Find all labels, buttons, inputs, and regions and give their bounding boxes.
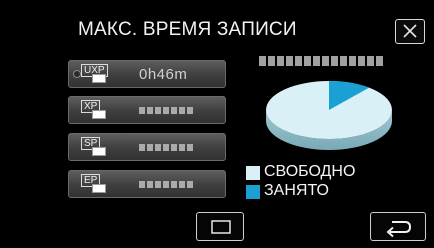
close-button[interactable] [395, 19, 425, 44]
legend-used-swatch [246, 185, 260, 199]
uxp-mode-icon: UXP [81, 64, 108, 85]
sp-mode-icon: SP [81, 137, 107, 158]
record-time-screen: МАКС. ВРЕМЯ ЗАПИСИ UXP 0h46m XP SP EP СВ… [0, 0, 434, 248]
mode-row-xp[interactable]: XP [68, 96, 226, 124]
frame-button[interactable] [196, 212, 244, 241]
xp-mode-icon: XP [81, 100, 107, 121]
mode-row-uxp[interactable]: UXP 0h46m [68, 60, 226, 88]
masked-time-value [139, 181, 193, 188]
mode-row-ep[interactable]: EP [68, 170, 226, 198]
ep-mode-icon: EP [81, 174, 107, 195]
legend-free-label: СВОБОДНО [264, 163, 356, 180]
legend-free-swatch [246, 166, 260, 180]
selected-indicator [73, 70, 81, 78]
return-arrow-icon [386, 221, 412, 238]
legend-used-label: ЗАНЯТО [264, 182, 329, 199]
mode-time-value: 0h46m [139, 66, 188, 83]
page-title: МАКС. ВРЕМЯ ЗАПИСИ [78, 19, 297, 40]
usage-pie-chart [266, 81, 392, 150]
masked-capacity-info [259, 56, 385, 66]
frame-icon [211, 220, 231, 234]
masked-time-value [139, 144, 193, 151]
masked-time-value [139, 107, 193, 114]
close-icon [403, 24, 417, 38]
mode-row-sp[interactable]: SP [68, 133, 226, 161]
back-button[interactable] [370, 212, 426, 241]
